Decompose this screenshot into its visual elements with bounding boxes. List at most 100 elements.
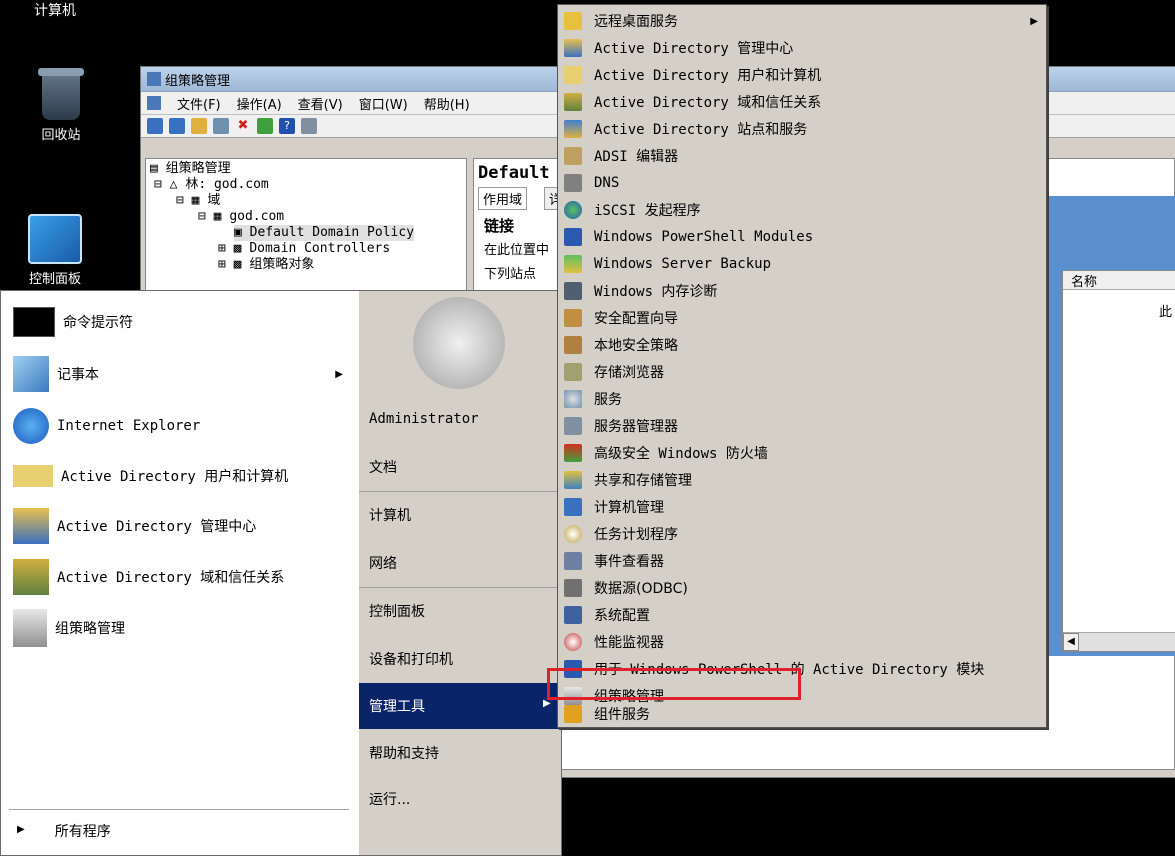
- control-panel-shortcut[interactable]: 控制面板: [10, 214, 100, 287]
- link-devices-printers[interactable]: 设备和打印机: [369, 649, 453, 669]
- ou-folder-icon: ▩: [233, 241, 250, 256]
- admin-item-perfmon[interactable]: 性能监视器: [558, 629, 1046, 655]
- desktop-computer-label[interactable]: 计算机: [34, 0, 76, 20]
- admin-item-computer-mgmt[interactable]: 计算机管理: [558, 494, 1046, 520]
- show-tree-icon[interactable]: [213, 118, 229, 134]
- admin-item-task-scheduler[interactable]: 任务计划程序: [558, 521, 1046, 547]
- ad-admin-center-icon: [13, 508, 49, 544]
- program-label: Internet Explorer: [57, 418, 201, 434]
- admin-item-component-services[interactable]: 组件服务: [558, 701, 1046, 727]
- admin-item-memory-diag[interactable]: Windows 内存诊断: [558, 278, 1046, 304]
- up-folder-icon[interactable]: [191, 118, 207, 134]
- iscsi-icon: [564, 201, 582, 219]
- program-ad-domains[interactable]: Active Directory 域和信任关系: [13, 554, 284, 600]
- admin-item-remote-desktop[interactable]: 远程桌面服务 ▶: [558, 8, 1046, 34]
- ad-domains-icon: [564, 93, 582, 111]
- admin-item-event-viewer[interactable]: 事件查看器: [558, 548, 1046, 574]
- site-text: 下列站点: [484, 267, 537, 282]
- admin-item-firewall[interactable]: 高级安全 Windows 防火墙: [558, 440, 1046, 466]
- admin-item-msconfig[interactable]: 系统配置: [558, 602, 1046, 628]
- link-network[interactable]: 网络: [369, 553, 397, 573]
- gpm-tree-icon: ▤: [150, 161, 166, 176]
- tab-scope[interactable]: 作用域: [478, 187, 528, 210]
- submenu-arrow-icon: ▶: [1030, 15, 1038, 27]
- tree-forest[interactable]: ⊟ △ 林: god.com: [154, 177, 269, 193]
- admin-item-odbc[interactable]: 数据源(ODBC): [558, 575, 1046, 601]
- admin-item-ps-modules[interactable]: Windows PowerShell Modules: [558, 224, 1046, 250]
- share-icon: [564, 471, 582, 489]
- program-gpm[interactable]: 组策略管理: [13, 605, 125, 651]
- recycle-bin[interactable]: 回收站: [16, 68, 106, 143]
- menu-window[interactable]: 窗口(W): [359, 94, 408, 113]
- admin-item-server-manager[interactable]: 服务器管理器: [558, 413, 1046, 439]
- menu-help[interactable]: 帮助(H): [424, 94, 470, 113]
- admin-item-ad-users[interactable]: Active Directory 用户和计算机: [558, 62, 1046, 88]
- link-computer[interactable]: 计算机: [369, 505, 411, 525]
- tree-gpo[interactable]: ⊞ ▩ 组策略对象: [218, 257, 314, 273]
- collapse-icon: ⊟: [198, 209, 214, 224]
- list-column-name[interactable]: 名称: [1063, 271, 1175, 290]
- all-programs-button[interactable]: ▶ 所有程序: [17, 821, 347, 841]
- all-programs-separator: [9, 809, 349, 810]
- link-administrator[interactable]: Administrator: [369, 411, 479, 427]
- notepad-icon: [13, 356, 49, 392]
- link-control-panel[interactable]: 控制面板: [369, 601, 425, 621]
- forest-icon: △: [169, 177, 186, 192]
- start-menu-right: Administrator 文档 计算机 网络 控制面板 设备和打印机 管理工具…: [359, 291, 561, 855]
- ad-users-icon: [13, 465, 53, 487]
- program-ad-users[interactable]: Active Directory 用户和计算机: [13, 453, 288, 499]
- admin-item-storage-explorer[interactable]: 存储浏览器: [558, 359, 1046, 385]
- tree-domains[interactable]: ⊟ ▦ 域: [176, 193, 220, 209]
- menu-view[interactable]: 查看(V): [298, 94, 343, 113]
- highlight-annotation: [547, 668, 801, 700]
- program-ie[interactable]: Internet Explorer: [13, 403, 200, 449]
- folder-icon: [564, 12, 582, 30]
- admin-item-security-wizard[interactable]: 安全配置向导: [558, 305, 1046, 331]
- link-help-support[interactable]: 帮助和支持: [369, 743, 439, 763]
- delete-icon[interactable]: ✖: [235, 118, 251, 134]
- admin-item-ad-sites[interactable]: Active Directory 站点和服务: [558, 116, 1046, 142]
- program-ad-admin-center[interactable]: Active Directory 管理中心: [13, 503, 256, 549]
- program-notepad[interactable]: 记事本 ▶: [13, 351, 343, 397]
- program-label: Active Directory 域和信任关系: [57, 570, 285, 586]
- admin-item-ad-admin-center[interactable]: Active Directory 管理中心: [558, 35, 1046, 61]
- collapse-icon: ⊟: [176, 193, 192, 208]
- program-label: Active Directory 管理中心: [57, 519, 257, 535]
- admin-item-share-storage[interactable]: 共享和存储管理: [558, 467, 1046, 493]
- refresh-icon[interactable]: [257, 118, 273, 134]
- control-panel-icon: [28, 214, 82, 264]
- ad-users-icon: [564, 66, 582, 84]
- scroll-left-icon[interactable]: ◀: [1063, 633, 1079, 651]
- menu-action[interactable]: 操作(A): [237, 94, 282, 113]
- local-policy-icon: [564, 336, 582, 354]
- admin-item-backup[interactable]: Windows Server Backup: [558, 251, 1046, 277]
- back-icon[interactable]: [147, 118, 163, 134]
- admin-item-adsi[interactable]: ADSI 编辑器: [558, 143, 1046, 169]
- help-icon[interactable]: ?: [279, 118, 295, 134]
- program-label: 命令提示符: [63, 315, 133, 331]
- tree-root[interactable]: ▤ 组策略管理: [150, 161, 231, 177]
- tree-default-policy[interactable]: ▣ Default Domain Policy: [234, 225, 415, 241]
- admin-item-dns[interactable]: DNS: [558, 170, 1046, 196]
- menu-file[interactable]: 文件(F): [177, 94, 221, 113]
- admin-item-iscsi[interactable]: iSCSI 发起程序: [558, 197, 1046, 223]
- gpm-title: 组策略管理: [165, 73, 231, 89]
- link-documents[interactable]: 文档: [369, 457, 397, 477]
- properties-icon[interactable]: [301, 118, 317, 134]
- link-run[interactable]: 运行...: [369, 789, 410, 809]
- gpo-list: 名称 此 ◀: [1062, 270, 1175, 652]
- admin-item-ad-domains[interactable]: Active Directory 域和信任关系: [558, 89, 1046, 115]
- admin-item-local-policy[interactable]: 本地安全策略: [558, 332, 1046, 358]
- admin-tools-submenu: 远程桌面服务 ▶ Active Directory 管理中心 Active Di…: [557, 4, 1047, 728]
- perfmon-icon: [564, 633, 582, 651]
- forward-icon[interactable]: [169, 118, 185, 134]
- list-hscrollbar[interactable]: ◀: [1063, 632, 1175, 651]
- tree-domain-controllers[interactable]: ⊞ ▩ Domain Controllers: [218, 241, 390, 257]
- ie-icon: [13, 408, 49, 444]
- link-admin-tools[interactable]: 管理工具: [369, 696, 425, 716]
- detail-heading: Default: [478, 163, 550, 183]
- tree-domain[interactable]: ⊟ ▦ god.com: [198, 209, 284, 225]
- event-viewer-icon: [564, 552, 582, 570]
- admin-item-services[interactable]: 服务: [558, 386, 1046, 412]
- program-cmd[interactable]: 命令提示符: [13, 299, 133, 345]
